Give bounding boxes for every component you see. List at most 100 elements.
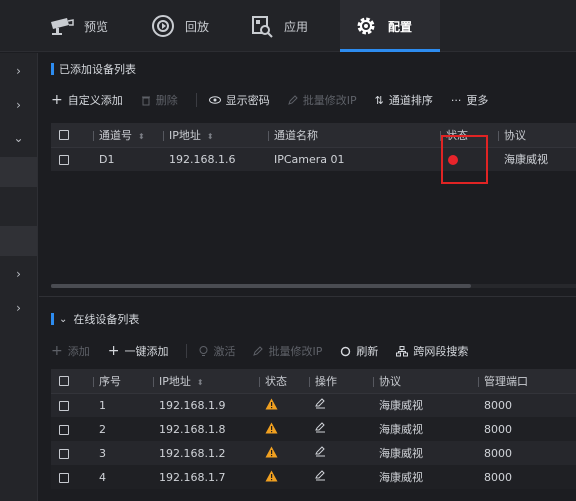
batch-modify-ip-button[interactable]: 批量修改IP xyxy=(287,92,357,108)
batch-modify-ip-button[interactable]: 批量修改IP xyxy=(253,343,322,359)
warning-icon xyxy=(265,470,278,485)
show-password-button[interactable]: 显示密码 xyxy=(208,92,270,108)
added-devices-toolbar: + 自定义添加 删除 显示密码 批量修改IP ⇅ 通道排序 ··· 更多 xyxy=(51,88,506,112)
online-devices-title-text: 在线设备列表 xyxy=(73,313,140,326)
col-operation[interactable]: 操作 xyxy=(301,369,365,394)
refresh-label: 刷新 xyxy=(356,345,379,358)
table-row[interactable]: D1 192.168.1.6 IPCamera 01 海康威视 xyxy=(51,147,576,171)
table-row[interactable]: 3 192.168.1.2 海康威视 8000 xyxy=(51,441,576,465)
sidebar-expand-4[interactable]: › xyxy=(0,259,37,289)
status-highlight-box xyxy=(441,135,488,184)
sidebar-subitem[interactable] xyxy=(0,226,37,256)
channel-sort-label: 通道排序 xyxy=(388,94,433,107)
edit-icon[interactable] xyxy=(315,398,326,412)
table-row[interactable]: 4 192.168.1.7 海康威视 8000 xyxy=(51,465,576,489)
col-serial-no[interactable]: 序号 xyxy=(85,369,145,394)
sort-icon: ⇅ xyxy=(374,93,384,107)
more-label: 更多 xyxy=(466,94,489,107)
status-cell xyxy=(251,393,301,417)
activate-button[interactable]: 激活 xyxy=(199,343,235,359)
port-cell: 8000 xyxy=(470,417,576,441)
row-checkbox[interactable] xyxy=(51,465,85,489)
plus-icon: + xyxy=(51,343,63,359)
table-row[interactable]: 2 192.168.1.8 海康威视 8000 xyxy=(51,417,576,441)
custom-add-button[interactable]: + 自定义添加 xyxy=(51,92,123,108)
delete-button[interactable]: 删除 xyxy=(141,92,178,108)
operation-cell xyxy=(301,417,365,441)
eye-icon xyxy=(208,96,221,104)
online-devices-toolbar: + 添加 + 一键添加 激活 批量修改IP 刷新 跨网段搜索 xyxy=(51,339,486,363)
col-ip-address[interactable]: IP地址 ⬍ xyxy=(145,369,251,394)
edit-icon[interactable] xyxy=(315,470,326,484)
row-checkbox[interactable] xyxy=(51,147,85,171)
protocol-cell: 海康威视 xyxy=(365,417,470,441)
col-protocol[interactable]: 协议 xyxy=(490,123,576,148)
chevron-right-icon: › xyxy=(16,267,21,281)
tab-configuration[interactable]: 配置 xyxy=(340,0,440,52)
col-status[interactable]: 状态 xyxy=(251,369,301,394)
col-management-port[interactable]: 管理端口 xyxy=(470,369,576,394)
chevron-down-icon[interactable]: ⌄ xyxy=(59,314,67,325)
tab-preview-label: 预览 xyxy=(84,19,109,34)
col-ip-address[interactable]: IP地址 ⬍ xyxy=(155,123,260,148)
horizontal-scrollbar-thumb[interactable] xyxy=(51,284,471,288)
col-channel-name[interactable]: 通道名称 xyxy=(260,123,432,148)
operation-cell xyxy=(301,465,365,489)
col-protocol[interactable]: 协议 xyxy=(365,369,470,394)
added-devices-title-text: 已添加设备列表 xyxy=(59,63,136,76)
one-click-add-label: 一键添加 xyxy=(124,345,169,358)
network-icon xyxy=(396,345,409,357)
delete-label: 删除 xyxy=(155,94,178,107)
sidebar-expand-1[interactable]: › xyxy=(0,56,37,86)
sidebar: › › ⌄ › › xyxy=(0,53,38,501)
cross-segment-search-label: 跨网段搜索 xyxy=(413,345,469,358)
camera-icon xyxy=(48,12,76,40)
added-devices-table: 通道号 ⬍ IP地址 ⬍ 通道名称 状态 协议 D1 192.168.1.6 IPC… xyxy=(51,123,576,171)
status-cell xyxy=(251,465,301,489)
tab-playback-label: 回放 xyxy=(185,19,210,34)
tab-playback[interactable]: 回放 xyxy=(149,0,209,52)
refresh-button[interactable]: 刷新 xyxy=(340,343,378,359)
select-all-checkbox[interactable] xyxy=(51,369,85,394)
online-devices-title: ⌄ 在线设备列表 xyxy=(51,311,139,327)
col-channel-no[interactable]: 通道号 ⬍ xyxy=(85,123,155,148)
channel-cell: D1 xyxy=(85,147,155,171)
table-row[interactable]: 1 192.168.1.9 海康威视 8000 xyxy=(51,393,576,417)
edit-icon[interactable] xyxy=(315,446,326,460)
app-search-icon xyxy=(248,12,276,40)
active-tab-indicator xyxy=(340,49,440,52)
section-divider xyxy=(39,296,576,297)
tab-application-label: 应用 xyxy=(284,19,309,34)
operation-cell xyxy=(301,441,365,465)
more-button[interactable]: ··· 更多 xyxy=(451,92,489,108)
one-click-add-button[interactable]: + 一键添加 xyxy=(108,343,169,359)
table-header-row: 通道号 ⬍ IP地址 ⬍ 通道名称 状态 协议 xyxy=(51,123,576,148)
row-checkbox[interactable] xyxy=(51,417,85,441)
batch-modify-ip-label: 批量修改IP xyxy=(268,345,323,358)
refresh-icon xyxy=(340,346,351,357)
sidebar-collapse-3[interactable]: ⌄ xyxy=(0,123,37,153)
ip-cell: 192.168.1.2 xyxy=(145,441,251,465)
chevron-right-icon: › xyxy=(16,301,21,315)
row-checkbox[interactable] xyxy=(51,393,85,417)
cross-segment-search-button[interactable]: 跨网段搜索 xyxy=(396,343,468,359)
section-accent-bar xyxy=(51,63,54,75)
sidebar-expand-5[interactable]: › xyxy=(0,293,37,323)
sidebar-expand-2[interactable]: › xyxy=(0,90,37,120)
channel-sort-button[interactable]: ⇅ 通道排序 xyxy=(375,92,433,108)
add-label: 添加 xyxy=(67,345,90,358)
row-checkbox[interactable] xyxy=(51,441,85,465)
ellipsis-icon: ··· xyxy=(450,93,462,107)
online-devices-table: 序号 IP地址 ⬍ 状态 操作 协议 管理端口 1 192.168.1.9 海康威视 8… xyxy=(51,369,576,489)
serial-cell: 2 xyxy=(85,417,145,441)
select-all-checkbox[interactable] xyxy=(51,123,85,148)
tab-application[interactable]: 应用 xyxy=(248,0,308,52)
edit-icon[interactable] xyxy=(315,422,326,436)
sidebar-subitem-selected[interactable] xyxy=(0,157,37,187)
tab-preview[interactable]: 预览 xyxy=(48,0,108,52)
edit-icon xyxy=(287,95,298,105)
add-button[interactable]: + 添加 xyxy=(51,343,90,359)
warning-icon xyxy=(265,398,278,413)
top-navigation: 预览 回放 应用 配置 xyxy=(0,0,576,52)
section-accent-bar xyxy=(51,313,54,325)
